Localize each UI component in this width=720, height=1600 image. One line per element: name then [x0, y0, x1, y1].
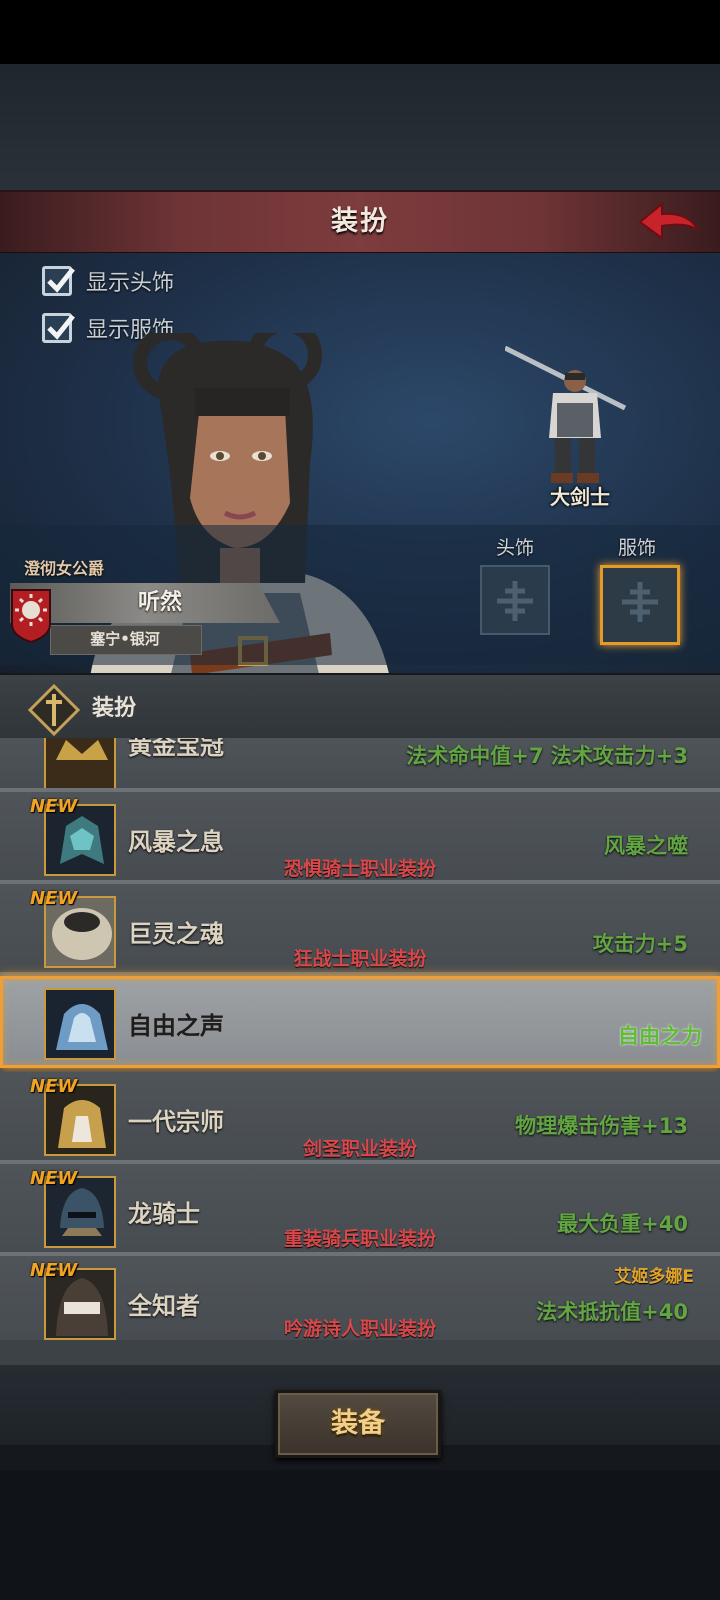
list-item[interactable]: NEW 艾姬多娜E 全知者 法术抵抗值+40 吟游诗人职业装扮 [0, 1256, 720, 1340]
new-badge: NEW [30, 888, 78, 909]
empty-slot-cross-icon [497, 581, 533, 621]
item-class-note: 狂战士职业装扮 [293, 948, 427, 970]
equip-button[interactable]: 装备 [275, 1390, 441, 1458]
equip-button-label: 装备 [331, 1408, 385, 1439]
item-bonus: 法术命中值+7 法术攻击力+3 [406, 744, 688, 768]
item-bonus: 自由之力 [618, 1024, 702, 1048]
outfit-slot-label: 服饰 [617, 537, 656, 559]
headwear-slot[interactable] [480, 565, 550, 635]
bottom-background [0, 1470, 720, 1600]
item-class-note: 吟游诗人职业装扮 [283, 1318, 436, 1340]
golden-crown-icon [44, 738, 116, 788]
list-item[interactable]: NEW 巨灵之魂 攻击力+5 狂战士职业装扮 [0, 884, 720, 976]
list-header: 装扮 [0, 680, 720, 738]
outfit-slot[interactable] [600, 565, 680, 645]
list-item[interactable]: NEW 风暴之息 风暴之噬 恐惧骑士职业装扮 [0, 792, 720, 884]
item-owner: 艾姬多娜E [614, 1267, 694, 1287]
top-background [0, 64, 720, 190]
character-name: 听然 [137, 590, 182, 615]
back-arrow-icon [638, 201, 699, 240]
class-name: 大剑士 [550, 485, 610, 509]
item-name: 风暴之息 [128, 828, 224, 856]
character-panel: 显示头饰 显示服饰 大剑士 头饰 服饰 澄彻女公爵 听然 塞宁•银河 [0, 253, 720, 673]
dagger-diamond-icon [28, 684, 80, 736]
back-button[interactable] [636, 200, 702, 244]
headwear-slot-label: 头饰 [495, 537, 534, 559]
character-sprite [505, 345, 627, 483]
checkbox-outfit[interactable] [42, 313, 75, 343]
new-badge: NEW [30, 1260, 78, 1281]
page-title: 装扮 [331, 206, 389, 237]
new-badge: NEW [30, 796, 78, 817]
new-badge: NEW [30, 1076, 78, 1097]
character-subtitle: 塞宁•银河 [90, 630, 160, 648]
item-class-note: 重装骑兵职业装扮 [283, 1228, 436, 1250]
header-bar: 装扮 [0, 190, 720, 255]
list-item[interactable]: 黄金宝冠 法术命中值+7 法术攻击力+3 [0, 738, 720, 792]
list-item-selected[interactable]: 自由之声 自由之力 [0, 976, 720, 1068]
new-badge: NEW [30, 1168, 78, 1189]
item-name: 黄金宝冠 [128, 738, 224, 760]
item-name: 一代宗师 [128, 1108, 224, 1136]
checkbox-headwear[interactable] [42, 266, 75, 296]
item-class-note: 剑圣职业装扮 [302, 1138, 417, 1160]
list-item[interactable]: NEW 一代宗师 物理爆击伤害+13 剑圣职业装扮 [0, 1072, 720, 1164]
headwear-toggle-label: 显示头饰 [86, 271, 175, 296]
item-name: 自由之声 [128, 1012, 224, 1040]
sun-shield-icon [11, 589, 51, 644]
check-icon [47, 267, 75, 293]
character-title: 澄彻女公爵 [24, 559, 105, 578]
show-headwear-toggle[interactable]: 显示头饰 [42, 261, 174, 301]
status-bar-area [0, 0, 720, 64]
empty-slot-cross-icon [622, 582, 658, 622]
item-class-note: 恐惧骑士职业装扮 [283, 858, 436, 880]
list-title: 装扮 [92, 696, 137, 721]
freedom-armor-icon [44, 988, 116, 1060]
list-item[interactable]: NEW 龙骑士 最大负重+40 重装骑兵职业装扮 [0, 1164, 720, 1256]
